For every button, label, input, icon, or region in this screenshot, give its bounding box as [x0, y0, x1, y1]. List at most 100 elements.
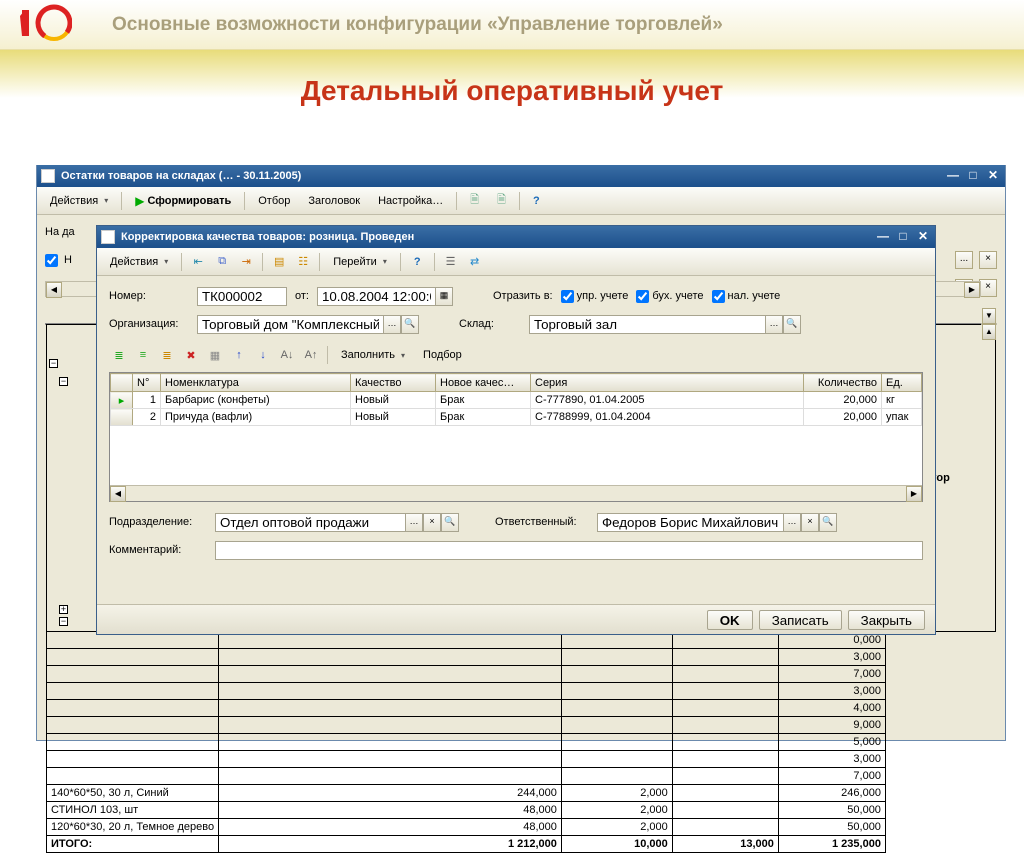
report-row[interactable]: 3,000	[47, 649, 996, 666]
undo-post-icon[interactable]: ⇥	[236, 252, 256, 272]
clear-button[interactable]: ×	[423, 513, 441, 532]
scroll-left[interactable]: ◀	[46, 282, 62, 298]
grid-row[interactable]: ▸1Барбарис (конфеты)НовыйБракС-777890, 0…	[111, 392, 922, 409]
titlebar[interactable]: Остатки товаров на складах (… - 30.11.20…	[37, 165, 1005, 187]
edit-row-icon[interactable]: ▦	[205, 345, 225, 365]
add-row-icon[interactable]: ≣	[109, 345, 129, 365]
chk-nal[interactable]: нал. учете	[712, 290, 781, 303]
tool-icon-2[interactable]: 🗎	[490, 188, 513, 213]
search-icon[interactable]: 🔍	[401, 315, 419, 334]
insert-row-icon[interactable]: ≡	[133, 345, 153, 365]
scroll-right[interactable]: ▶	[964, 282, 980, 298]
select-button[interactable]: …	[783, 513, 801, 532]
report-row[interactable]: 5,000	[47, 734, 996, 751]
delete-row-icon[interactable]: ✖	[181, 345, 201, 365]
items-grid[interactable]: N° Номенклатура Качество Новое качес… Се…	[109, 372, 923, 502]
tree-collapse-icon[interactable]: −	[59, 617, 68, 626]
header-button[interactable]: Заголовок	[301, 192, 367, 210]
org-field[interactable]	[197, 315, 383, 334]
clear-button[interactable]: ×	[979, 279, 997, 297]
post-icon[interactable]: ⇤	[188, 252, 208, 272]
search-icon[interactable]: 🔍	[441, 513, 459, 532]
report-row[interactable]: 4,000	[47, 700, 996, 717]
goto-menu[interactable]: Перейти	[326, 253, 394, 271]
minimize-button[interactable]: —	[945, 169, 961, 183]
scroll-right[interactable]: ▶	[906, 486, 922, 502]
report-row[interactable]: 3,000	[47, 683, 996, 700]
grid-scrollbar[interactable]: ◀ ▶	[110, 485, 922, 501]
col-n[interactable]: N°	[133, 374, 161, 392]
select-button[interactable]: …	[383, 315, 401, 334]
col-unit[interactable]: Ед.	[882, 374, 922, 392]
actions-menu[interactable]: Действия	[43, 192, 115, 210]
settings-button[interactable]: Настройка…	[371, 192, 450, 210]
col-qual[interactable]: Качество	[351, 374, 436, 392]
calendar-icon[interactable]: ▦	[435, 287, 453, 306]
tree-collapse-icon[interactable]: −	[49, 359, 58, 368]
ellipsis-button[interactable]: ...	[955, 251, 973, 269]
warehouse-field[interactable]	[529, 315, 765, 334]
ok-button[interactable]: OK	[707, 610, 753, 630]
close-button[interactable]: ✕	[915, 230, 931, 244]
filter-button[interactable]: Отбор	[251, 192, 297, 210]
report-row[interactable]: 120*60*30, 20 л, Темное дерево48,0002,00…	[47, 819, 996, 836]
close-button[interactable]: Закрыть	[848, 610, 925, 630]
report-row[interactable]: 7,000	[47, 666, 996, 683]
report-row[interactable]: 9,000	[47, 717, 996, 734]
form-button[interactable]: ▶Сформировать	[128, 191, 238, 211]
scroll-down[interactable]: ▼	[982, 308, 996, 324]
select-button[interactable]: …	[765, 315, 783, 334]
report-row[interactable]: 3,000	[47, 751, 996, 768]
actions-menu[interactable]: Действия	[103, 253, 175, 271]
col-nom[interactable]: Номенклатура	[161, 374, 351, 392]
chk-upr[interactable]: упр. учете	[561, 290, 629, 303]
scroll-up[interactable]: ▲	[982, 324, 996, 340]
maximize-button[interactable]: □	[965, 169, 981, 183]
resp-field[interactable]	[597, 513, 783, 532]
tool-icon-1[interactable]: 🗎	[463, 188, 486, 213]
col-rowind[interactable]	[111, 374, 133, 392]
sort-desc-icon[interactable]: A↑	[301, 345, 321, 365]
comment-field[interactable]	[215, 541, 923, 560]
report-row[interactable]: 7,000	[47, 768, 996, 785]
titlebar[interactable]: Корректировка качества товаров: розница.…	[97, 226, 935, 248]
copy-row-icon[interactable]: ≣	[157, 345, 177, 365]
dept-field[interactable]	[215, 513, 405, 532]
close-button[interactable]: ✕	[985, 169, 1001, 183]
list-icon[interactable]: ☰	[441, 252, 461, 272]
move-down-icon[interactable]: ↓	[253, 345, 273, 365]
search-icon[interactable]: 🔍	[783, 315, 801, 334]
basedon-icon[interactable]: ▤	[269, 252, 289, 272]
help-button[interactable]: ?	[526, 192, 547, 210]
col-newq[interactable]: Новое качес…	[436, 374, 531, 392]
tree-icon[interactable]: ⇄	[465, 252, 485, 272]
col-qty[interactable]: Количество	[804, 374, 882, 392]
clear-button[interactable]: ×	[979, 251, 997, 269]
report-row[interactable]: СТИНОЛ 103, шт48,0002,00050,000	[47, 802, 996, 819]
sort-asc-icon[interactable]: A↓	[277, 345, 297, 365]
chk-buh[interactable]: бух. учете	[636, 290, 703, 303]
help-button[interactable]: ?	[407, 253, 428, 271]
search-icon[interactable]: 🔍	[819, 513, 837, 532]
maximize-button[interactable]: □	[895, 230, 911, 244]
report-row[interactable]: ИТОГО:1 212,00010,00013,0001 235,000	[47, 836, 996, 853]
scroll-left[interactable]: ◀	[110, 486, 126, 502]
grid-row[interactable]: 2Причуда (вафли)НовыйБракС-7788999, 01.0…	[111, 409, 922, 426]
checkbox-n[interactable]	[45, 254, 58, 267]
scrollbar-vertical[interactable]: ▲ ▼	[981, 323, 997, 325]
save-button[interactable]: Записать	[759, 610, 842, 630]
fill-menu[interactable]: Заполнить	[334, 346, 412, 364]
structure-icon[interactable]: ☷	[293, 252, 313, 272]
col-ser[interactable]: Серия	[531, 374, 804, 392]
clear-button[interactable]: ×	[801, 513, 819, 532]
minimize-button[interactable]: —	[875, 230, 891, 244]
number-field[interactable]	[197, 287, 287, 306]
select-button[interactable]: …	[405, 513, 423, 532]
selection-button[interactable]: Подбор	[416, 346, 469, 364]
save-icon[interactable]: ⧉	[212, 252, 232, 272]
report-row[interactable]: 140*60*50, 30 л, Синий244,0002,000246,00…	[47, 785, 996, 802]
tree-expand-icon[interactable]: +	[59, 605, 68, 614]
move-up-icon[interactable]: ↑	[229, 345, 249, 365]
date-field[interactable]	[317, 287, 435, 306]
tree-collapse-icon[interactable]: −	[59, 377, 68, 386]
